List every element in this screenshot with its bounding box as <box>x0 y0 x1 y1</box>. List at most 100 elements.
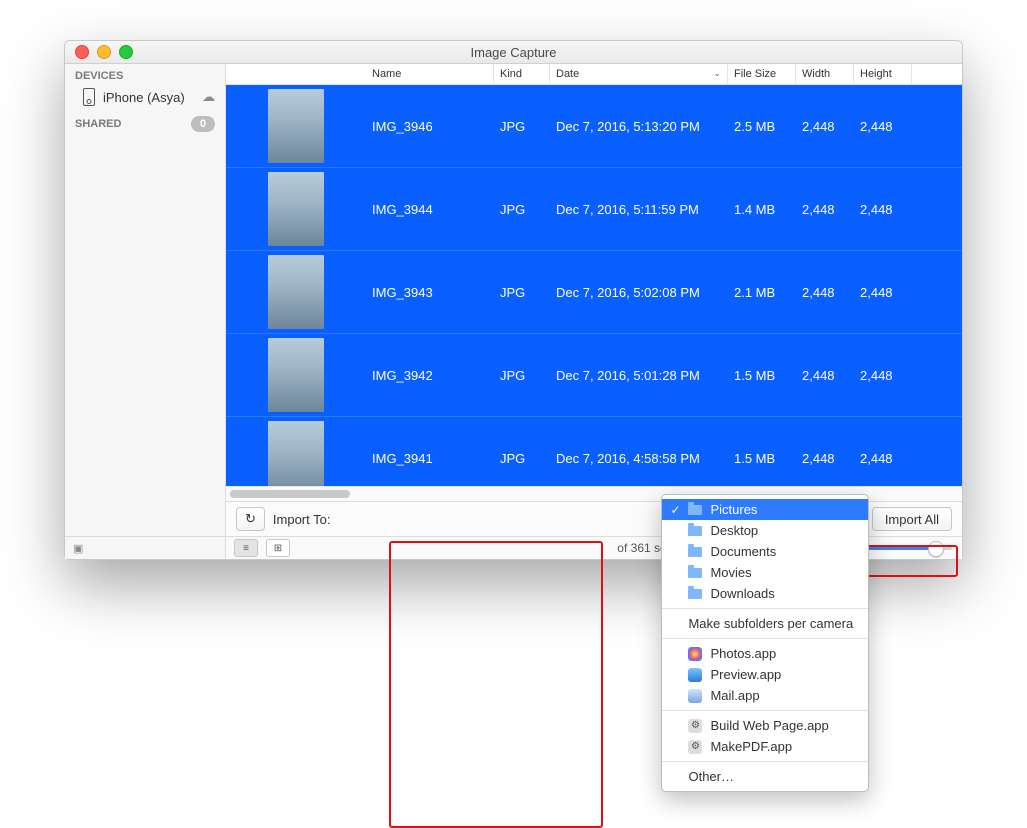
menu-separator <box>662 638 868 639</box>
import-to-label: Import To: <box>273 512 331 527</box>
col-date[interactable]: Date⌄ <box>550 64 728 84</box>
folder-icon <box>688 526 702 536</box>
col-size[interactable]: File Size <box>728 64 796 84</box>
menu-item-app[interactable]: Photos.app <box>662 643 868 664</box>
import-all-button[interactable]: Import All <box>872 507 952 531</box>
menu-item-label: MakePDF.app <box>710 739 792 754</box>
app-icon <box>688 647 702 661</box>
menu-item-label: Pictures <box>710 502 757 517</box>
menu-item-app[interactable]: Preview.app <box>662 664 868 685</box>
grid-view-button[interactable]: ⊞ <box>266 539 290 557</box>
menu-item-label: Photos.app <box>710 646 776 661</box>
phone-icon <box>83 88 95 106</box>
table-row[interactable]: IMG_3944JPGDec 7, 2016, 5:11:59 PM1.4 MB… <box>226 168 962 251</box>
thumbnail-image <box>268 338 324 412</box>
date-cell: Dec 7, 2016, 5:01:28 PM <box>550 368 728 383</box>
col-height[interactable]: Height <box>854 64 912 84</box>
size-cell: 2.5 MB <box>728 119 796 134</box>
file-list[interactable]: IMG_3946 JPG Dec 7, 2016, 5:13:20 PM2.5 MB… <box>226 85 962 486</box>
import-to-menu: ✓ Pictures DesktopDocuments Movies Downloads… <box>661 494 869 792</box>
kind-cell: JPG <box>494 451 550 466</box>
rotate-button[interactable]: ↻ <box>236 507 265 531</box>
kind-cell: JPG <box>494 285 550 300</box>
thumbnail-image <box>268 255 324 329</box>
kind-cell: JPG <box>494 202 550 217</box>
thumbnail-size-slider[interactable] <box>856 546 952 550</box>
date-cell: Dec 7, 2016, 5:13:20 PM <box>550 119 728 134</box>
menu-item-label: Other… <box>688 769 734 784</box>
bottom-toolbar: ↻ Import To: ✓PicturesDesktopDocumentsMo… <box>226 501 962 536</box>
menu-item-label: Build Web Page.app <box>710 718 828 733</box>
window-title: Image Capture <box>65 45 962 60</box>
menu-item-label: Preview.app <box>710 667 781 682</box>
thumb-cell <box>226 338 366 412</box>
date-cell: Dec 7, 2016, 5:11:59 PM <box>550 202 728 217</box>
name-cell: IMG_3943 <box>366 285 494 300</box>
sidebar-section-shared: SHARED 0 <box>65 110 225 134</box>
menu-separator <box>662 761 868 762</box>
name-cell: IMG_3944 <box>366 202 494 217</box>
size-cell: 2.1 MB <box>728 285 796 300</box>
menu-item-folder[interactable]: Desktop <box>662 520 868 541</box>
date-cell: Dec 7, 2016, 5:02:08 PM <box>550 285 728 300</box>
thumb-cell <box>226 89 366 163</box>
folder-icon <box>688 505 702 515</box>
menu-item-app[interactable]: ⚙MakePDF.app <box>662 736 868 757</box>
app-icon <box>688 689 702 703</box>
sidebar: DEVICES iPhone (Asya) ☁ SHARED 0 ▣ <box>65 64 226 559</box>
table-row[interactable]: IMG_3946JPGDec 7, 2016, 5:13:20 PM2.5 MB… <box>226 85 962 168</box>
sidebar-section-devices: DEVICES <box>65 64 225 84</box>
show-button-icon[interactable]: ▣ <box>73 542 83 555</box>
titlebar: Image Capture <box>65 41 962 64</box>
height-cell: 2,448 <box>854 451 912 466</box>
name-cell: IMG_3941 <box>366 451 494 466</box>
width-cell: 2,448 <box>796 285 854 300</box>
thumb-cell <box>226 255 366 329</box>
sidebar-footer: ▣ <box>65 536 225 559</box>
menu-item-folder[interactable]: Movies <box>662 562 868 583</box>
cloud-icon: ☁ <box>202 89 215 105</box>
table-row[interactable]: IMG_3943JPGDec 7, 2016, 5:02:08 PM2.1 MB… <box>226 251 962 334</box>
shared-label: SHARED <box>75 118 121 130</box>
menu-item-folder[interactable]: Downloads <box>662 583 868 604</box>
check-icon: ✓ <box>670 503 680 517</box>
menu-separator <box>662 608 868 609</box>
menu-item-folder[interactable]: Documents <box>662 541 868 562</box>
col-kind[interactable]: Kind <box>494 64 550 84</box>
table-row[interactable]: IMG_3941JPGDec 7, 2016, 4:58:58 PM1.5 MB… <box>226 417 962 486</box>
thumbnail-image <box>268 172 324 246</box>
menu-item-label: Make subfolders per camera <box>688 616 853 631</box>
menu-item-app[interactable]: Mail.app <box>662 685 868 706</box>
menu-item-app[interactable]: ⚙ Build Web Page.app <box>662 715 868 736</box>
thumbnail-image <box>268 421 324 486</box>
list-view-button[interactable]: ≡ <box>234 539 258 557</box>
menu-item-subfolders[interactable]: Make subfolders per camera <box>662 613 868 634</box>
device-label: iPhone (Asya) <box>103 90 185 105</box>
size-cell: 1.5 MB <box>728 451 796 466</box>
menu-item-label: Movies <box>710 565 751 580</box>
col-width[interactable]: Width <box>796 64 854 84</box>
shared-count-badge: 0 <box>191 116 215 132</box>
thumb-cell <box>226 172 366 246</box>
col-thumb[interactable] <box>226 64 366 84</box>
size-cell: 1.4 MB <box>728 202 796 217</box>
date-cell: Dec 7, 2016, 4:58:58 PM <box>550 451 728 466</box>
height-cell: 2,448 <box>854 368 912 383</box>
col-name[interactable]: Name <box>366 64 494 84</box>
sidebar-item-device[interactable]: iPhone (Asya) ☁ <box>65 84 225 110</box>
app-icon: ⚙ <box>688 719 702 733</box>
sort-indicator-icon: ⌄ <box>713 68 721 79</box>
menu-item-folder[interactable]: ✓ Pictures <box>662 499 868 520</box>
name-cell: IMG_3946 <box>366 119 494 134</box>
menu-item-other[interactable]: Other… <box>662 766 868 787</box>
scroll-thumb[interactable] <box>230 490 350 498</box>
table-row[interactable]: IMG_3942JPGDec 7, 2016, 5:01:28 PM1.5 MB… <box>226 334 962 417</box>
app-icon <box>688 668 702 682</box>
thumb-cell <box>226 421 366 486</box>
menu-item-label: Downloads <box>710 586 774 601</box>
slider-knob[interactable] <box>928 541 944 557</box>
width-cell: 2,448 <box>796 119 854 134</box>
size-cell: 1.5 MB <box>728 368 796 383</box>
column-headers: Name Kind Date⌄ File Size Width Height <box>226 64 962 85</box>
import-to-dropdown[interactable]: ✓PicturesDesktopDocumentsMoviesDownloads… <box>338 508 544 530</box>
